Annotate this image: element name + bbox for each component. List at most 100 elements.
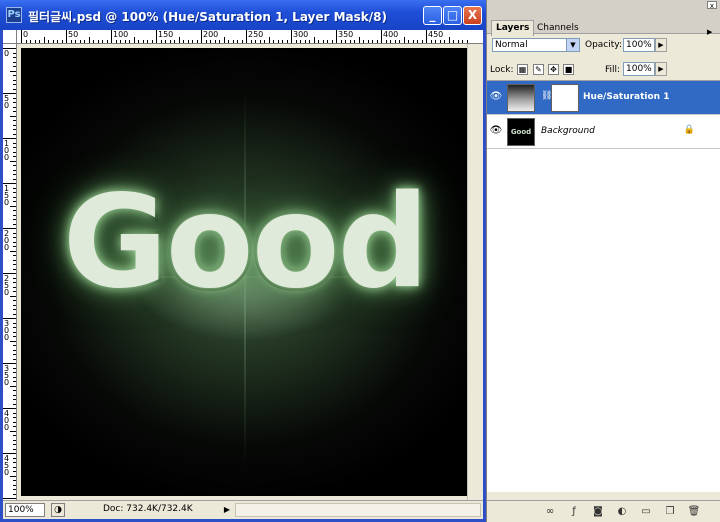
ruler-tick: [439, 40, 441, 43]
ruler-label: 250: [248, 30, 264, 39]
palette-footer: ∞ ƒ ◙ ◐ ▭ ❐ 🗑: [487, 500, 720, 522]
opacity-slider-arrow-icon[interactable]: ▶: [655, 38, 667, 52]
ruler-tick: [66, 30, 67, 43]
status-info-icon[interactable]: ◑: [51, 503, 65, 517]
ruler-tick: [210, 40, 211, 43]
ruler-tick: [403, 37, 405, 43]
eye-visibility-icon[interactable]: 👁: [489, 89, 503, 105]
ruler-tick: [13, 165, 16, 166]
fill-slider-arrow-icon[interactable]: ▶: [655, 62, 667, 76]
close-button[interactable]: X: [463, 6, 482, 25]
ruler-label: 150: [158, 30, 174, 39]
opacity-field[interactable]: 100%: [623, 38, 655, 52]
tab-channels[interactable]: Channels: [533, 21, 583, 35]
new-fill-adjustment-icon[interactable]: ◐: [615, 505, 629, 518]
ruler-tick: [232, 40, 234, 43]
eye-visibility-icon[interactable]: 👁: [489, 123, 503, 139]
ruler-tick: [426, 30, 427, 43]
ruler-tick: [10, 70, 16, 72]
palette-menu-icon[interactable]: ▶: [707, 28, 717, 36]
ruler-tick: [390, 40, 391, 43]
ruler-tick: [214, 40, 216, 43]
ruler-tick: [363, 40, 364, 43]
ruler-tick: [457, 40, 459, 43]
ruler-tick: [48, 40, 49, 43]
ruler-label: 300: [293, 30, 309, 39]
ruler-origin[interactable]: [3, 30, 17, 44]
trash-icon[interactable]: 🗑: [687, 505, 701, 518]
ruler-tick: [13, 354, 16, 355]
link-layers-icon[interactable]: ∞: [543, 505, 557, 518]
zoom-level-field[interactable]: 100%: [5, 503, 45, 517]
lock-all-icon[interactable]: ■: [563, 64, 574, 75]
lock-transparency-icon[interactable]: ▦: [517, 64, 528, 75]
fill-field[interactable]: 100%: [623, 62, 655, 76]
ruler-tick: [142, 40, 144, 43]
ruler-tick: [151, 40, 153, 43]
maximize-button[interactable]: □: [443, 6, 462, 25]
ruler-tick: [13, 219, 16, 220]
ruler-tick: [178, 37, 180, 43]
ruler-tick: [34, 40, 36, 43]
lock-position-icon[interactable]: ✥: [548, 64, 559, 75]
ruler-tick: [39, 40, 40, 43]
vertical-ruler[interactable]: 0 50 100 150 200 250 300 350 400 450: [3, 44, 17, 500]
palette-grip[interactable]: x: [487, 0, 720, 10]
horizontal-ruler[interactable]: 0 50 100 150 200 250 300 350 400 450: [3, 30, 483, 44]
ruler-tick: [282, 40, 283, 43]
ruler-tick: [408, 40, 409, 43]
vertical-scrollbar[interactable]: [467, 44, 483, 500]
lock-image-icon[interactable]: ✎: [533, 64, 544, 75]
layer-row-background[interactable]: 👁 Good Background 🔒: [487, 115, 720, 149]
ruler-tick: [354, 40, 355, 43]
document-size-info: Doc: 732.4K/732.4K: [103, 504, 193, 514]
fill-label: Fill:: [605, 65, 621, 75]
ruler-tick: [13, 327, 16, 328]
ruler-tick: [13, 241, 16, 243]
layer-mask-thumbnail[interactable]: [551, 84, 579, 112]
tab-layers[interactable]: Layers: [491, 20, 535, 36]
ruler-tick: [111, 30, 112, 43]
ruler-tick: [52, 40, 54, 43]
ruler-tick: [399, 40, 400, 43]
ruler-tick: [219, 40, 220, 43]
image-canvas[interactable]: Good: [21, 48, 469, 496]
ruler-tick: [13, 84, 16, 85]
minimize-button[interactable]: _: [423, 6, 442, 25]
ruler-tick: [70, 40, 72, 43]
ruler-tick: [291, 30, 292, 43]
ruler-tick: [13, 457, 16, 459]
ruler-tick: [93, 40, 94, 43]
ruler-tick: [106, 40, 108, 43]
status-menu-arrow-icon[interactable]: ▶: [221, 503, 233, 517]
ruler-tick: [336, 30, 337, 43]
ruler-tick: [13, 412, 16, 414]
ruler-tick: [13, 61, 16, 63]
ruler-tick: [13, 178, 16, 180]
ruler-tick: [444, 40, 445, 43]
ruler-tick: [13, 471, 16, 472]
ruler-tick: [453, 40, 454, 43]
ruler-tick: [187, 40, 189, 43]
ruler-label: 200: [4, 229, 10, 252]
ruler-tick: [13, 192, 16, 193]
ruler-tick: [13, 489, 16, 490]
new-layer-icon[interactable]: ❐: [663, 505, 677, 518]
add-mask-icon[interactable]: ◙: [591, 505, 605, 518]
layer-style-icon[interactable]: ƒ: [567, 505, 581, 518]
document-titlebar[interactable]: Ps 필터글씨.psd @ 100% (Hue/Saturation 1, La…: [0, 0, 486, 30]
ruler-tick: [13, 399, 16, 400]
ruler-tick: [13, 255, 16, 256]
new-group-icon[interactable]: ▭: [639, 505, 653, 518]
ruler-label: 450: [4, 454, 10, 477]
ruler-tick: [13, 264, 16, 265]
horizontal-scrollbar[interactable]: [235, 503, 481, 517]
palette-close-icon[interactable]: x: [707, 1, 717, 10]
ruler-tick: [277, 40, 279, 43]
lock-label: Lock:: [490, 65, 514, 75]
blend-mode-select[interactable]: Normal ▼: [492, 38, 580, 52]
ruler-tick: [138, 40, 139, 43]
ruler-tick: [13, 336, 16, 337]
layer-row-hue-saturation[interactable]: 👁 ⛓ Hue/Saturation 1: [487, 81, 720, 115]
layers-palette: x Layers Channels ▶ Normal ▼ Opacity: 10…: [486, 0, 720, 522]
